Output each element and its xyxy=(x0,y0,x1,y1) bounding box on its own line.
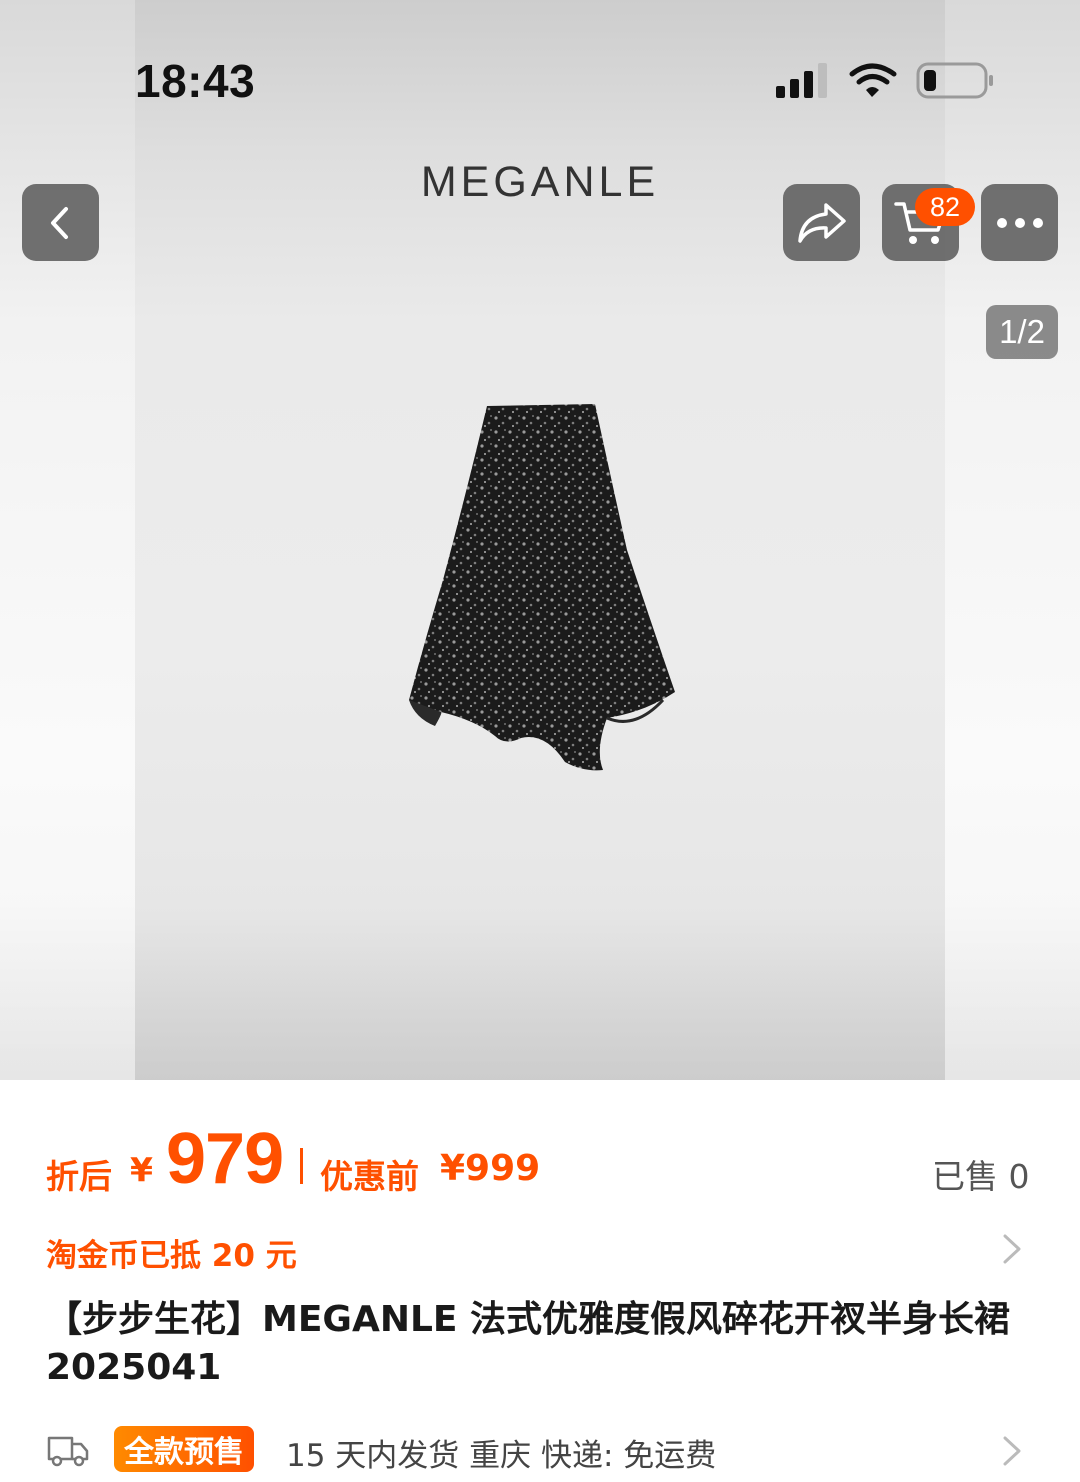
original-price: ¥999 xyxy=(440,1148,541,1189)
currency-symbol: ¥ xyxy=(130,1150,153,1189)
chevron-left-icon xyxy=(50,206,68,239)
status-icons xyxy=(776,62,993,99)
cellular-signal-icon xyxy=(776,63,827,98)
image-page-indicator: 1/2 xyxy=(986,305,1058,359)
shipping-row[interactable]: 全款预售 15 天内发货 重庆 快递: 免运费 xyxy=(46,1426,1036,1476)
battery-icon xyxy=(916,62,993,99)
cart-count-badge: 82 xyxy=(915,188,975,226)
price-row: 折后 ¥ 979 优惠前 ¥999 已售 0 xyxy=(46,1118,1046,1199)
discount-price-label: 折后 xyxy=(46,1157,112,1196)
gallery-shade xyxy=(0,900,1080,1080)
back-button[interactable] xyxy=(22,184,99,261)
chevron-right-icon xyxy=(1003,1234,1021,1264)
wifi-icon xyxy=(849,63,897,97)
price-divider xyxy=(300,1148,303,1184)
coin-discount-row[interactable]: 淘金币已抵 20 元 xyxy=(46,1228,1036,1274)
share-button[interactable] xyxy=(783,184,860,261)
chevron-right-icon xyxy=(1003,1436,1021,1466)
skirt-image xyxy=(409,404,675,771)
presale-badge: 全款预售 xyxy=(114,1426,254,1472)
coin-discount-text: 淘金币已抵 20 元 xyxy=(46,1238,297,1274)
status-time: 18:43 xyxy=(135,55,256,107)
shipping-info: 15 天内发货 重庆 快递: 免运费 xyxy=(286,1438,717,1474)
more-dots-icon xyxy=(996,217,1043,228)
sold-count: 已售 0 xyxy=(932,1157,1030,1196)
truck-icon xyxy=(47,1436,89,1467)
more-button[interactable] xyxy=(981,184,1058,261)
product-gallery[interactable]: MEGANLE xyxy=(0,0,1080,1080)
discount-price: 979 xyxy=(166,1119,284,1199)
share-icon xyxy=(797,202,846,243)
product-title: 【步步生花】MEGANLE 法式优雅度假风碎花开衩半身长裙 2025041 xyxy=(46,1299,1011,1388)
original-price-label: 优惠前 xyxy=(320,1157,419,1196)
